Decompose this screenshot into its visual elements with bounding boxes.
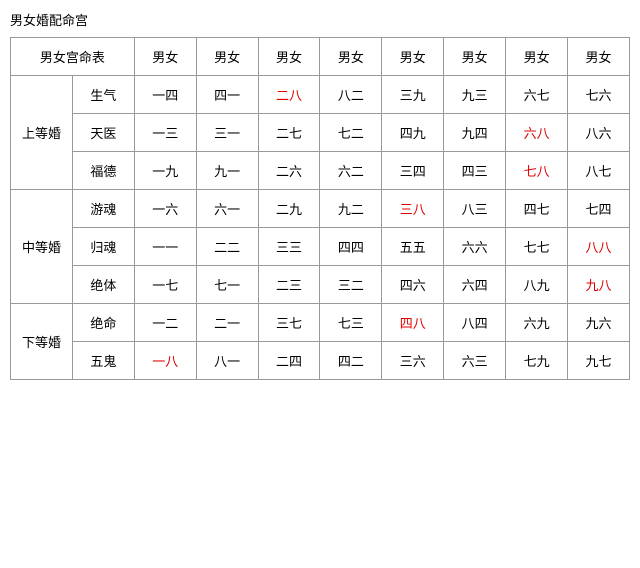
table-row: 福德一九九一二六六二三四四三七八八七: [11, 152, 630, 190]
marriage-table: 男女宫命表 男女 男女 男女 男女 男女 男女 男女 男女 上等婚生气一四四一二…: [10, 37, 630, 380]
table-cell: 六七: [506, 76, 568, 114]
table-cell: 九三: [444, 76, 506, 114]
table-cell: 二九: [258, 190, 320, 228]
table-cell: 四三: [444, 152, 506, 190]
table-cell: 四九: [382, 114, 444, 152]
sub-label: 游魂: [72, 190, 134, 228]
table-cell: 四六: [382, 266, 444, 304]
table-cell: 一二: [134, 304, 196, 342]
col-header-8: 男女: [568, 38, 630, 76]
page-title: 男女婚配命宫: [10, 10, 630, 29]
table-row: 中等婚游魂一六六一二九九二三八八三四七七四: [11, 190, 630, 228]
col-header-6: 男女: [444, 38, 506, 76]
table-cell: 二三: [258, 266, 320, 304]
table-cell: 八二: [320, 76, 382, 114]
table-cell: 二八: [258, 76, 320, 114]
table-row: 五鬼一八八一二四四二三六六三七九九七: [11, 342, 630, 380]
table-cell: 一六: [134, 190, 196, 228]
sub-label: 五鬼: [72, 342, 134, 380]
table-cell: 二二: [196, 228, 258, 266]
table-cell: 一四: [134, 76, 196, 114]
table-cell: 四二: [320, 342, 382, 380]
table-cell: 七六: [568, 76, 630, 114]
table-row: 上等婚生气一四四一二八八二三九九三六七七六: [11, 76, 630, 114]
sub-label: 绝体: [72, 266, 134, 304]
table-cell: 九四: [444, 114, 506, 152]
table-cell: 七七: [506, 228, 568, 266]
table-cell: 六一: [196, 190, 258, 228]
table-row: 下等婚绝命一二二一三七七三四八八四六九九六: [11, 304, 630, 342]
table-cell: 三八: [382, 190, 444, 228]
table-cell: 八九: [506, 266, 568, 304]
table-cell: 八八: [568, 228, 630, 266]
table-cell: 九七: [568, 342, 630, 380]
col-header-7: 男女: [506, 38, 568, 76]
sub-label: 绝命: [72, 304, 134, 342]
table-cell: 八七: [568, 152, 630, 190]
group-label: 上等婚: [11, 76, 73, 190]
table-cell: 四一: [196, 76, 258, 114]
table-cell: 八六: [568, 114, 630, 152]
table-cell: 六八: [506, 114, 568, 152]
table-cell: 六三: [444, 342, 506, 380]
table-cell: 八三: [444, 190, 506, 228]
table-cell: 七四: [568, 190, 630, 228]
table-cell: 九二: [320, 190, 382, 228]
table-cell: 四四: [320, 228, 382, 266]
table-cell: 一九: [134, 152, 196, 190]
table-cell: 七三: [320, 304, 382, 342]
table-cell: 六四: [444, 266, 506, 304]
table-cell: 三三: [258, 228, 320, 266]
table-row: 绝体一七七一二三三二四六六四八九九八: [11, 266, 630, 304]
table-cell: 七九: [506, 342, 568, 380]
table-cell: 七一: [196, 266, 258, 304]
sub-label: 天医: [72, 114, 134, 152]
table-cell: 一七: [134, 266, 196, 304]
table-cell: 一三: [134, 114, 196, 152]
table-cell: 二七: [258, 114, 320, 152]
table-cell: 二一: [196, 304, 258, 342]
table-cell: 四八: [382, 304, 444, 342]
table-cell: 三七: [258, 304, 320, 342]
col-header-2: 男女: [196, 38, 258, 76]
group-label: 下等婚: [11, 304, 73, 380]
table-cell: 六九: [506, 304, 568, 342]
table-row: 天医一三三一二七七二四九九四六八八六: [11, 114, 630, 152]
sub-label: 归魂: [72, 228, 134, 266]
table-corner: 男女宫命表: [11, 38, 135, 76]
table-cell: 三九: [382, 76, 444, 114]
table-cell: 八四: [444, 304, 506, 342]
table-cell: 九一: [196, 152, 258, 190]
col-header-5: 男女: [382, 38, 444, 76]
col-header-4: 男女: [320, 38, 382, 76]
table-row: 归魂一一二二三三四四五五六六七七八八: [11, 228, 630, 266]
table-cell: 一一: [134, 228, 196, 266]
table-cell: 三六: [382, 342, 444, 380]
table-cell: 三二: [320, 266, 382, 304]
table-cell: 六六: [444, 228, 506, 266]
col-header-1: 男女: [134, 38, 196, 76]
table-cell: 四七: [506, 190, 568, 228]
table-cell: 二六: [258, 152, 320, 190]
table-cell: 九六: [568, 304, 630, 342]
table-cell: 五五: [382, 228, 444, 266]
col-header-3: 男女: [258, 38, 320, 76]
table-cell: 七八: [506, 152, 568, 190]
table-cell: 二四: [258, 342, 320, 380]
table-cell: 三四: [382, 152, 444, 190]
table-cell: 八一: [196, 342, 258, 380]
table-header-row: 男女宫命表 男女 男女 男女 男女 男女 男女 男女 男女: [11, 38, 630, 76]
sub-label: 福德: [72, 152, 134, 190]
table-cell: 六二: [320, 152, 382, 190]
table-cell: 九八: [568, 266, 630, 304]
sub-label: 生气: [72, 76, 134, 114]
table-cell: 三一: [196, 114, 258, 152]
table-cell: 七二: [320, 114, 382, 152]
table-cell: 一八: [134, 342, 196, 380]
group-label: 中等婚: [11, 190, 73, 304]
